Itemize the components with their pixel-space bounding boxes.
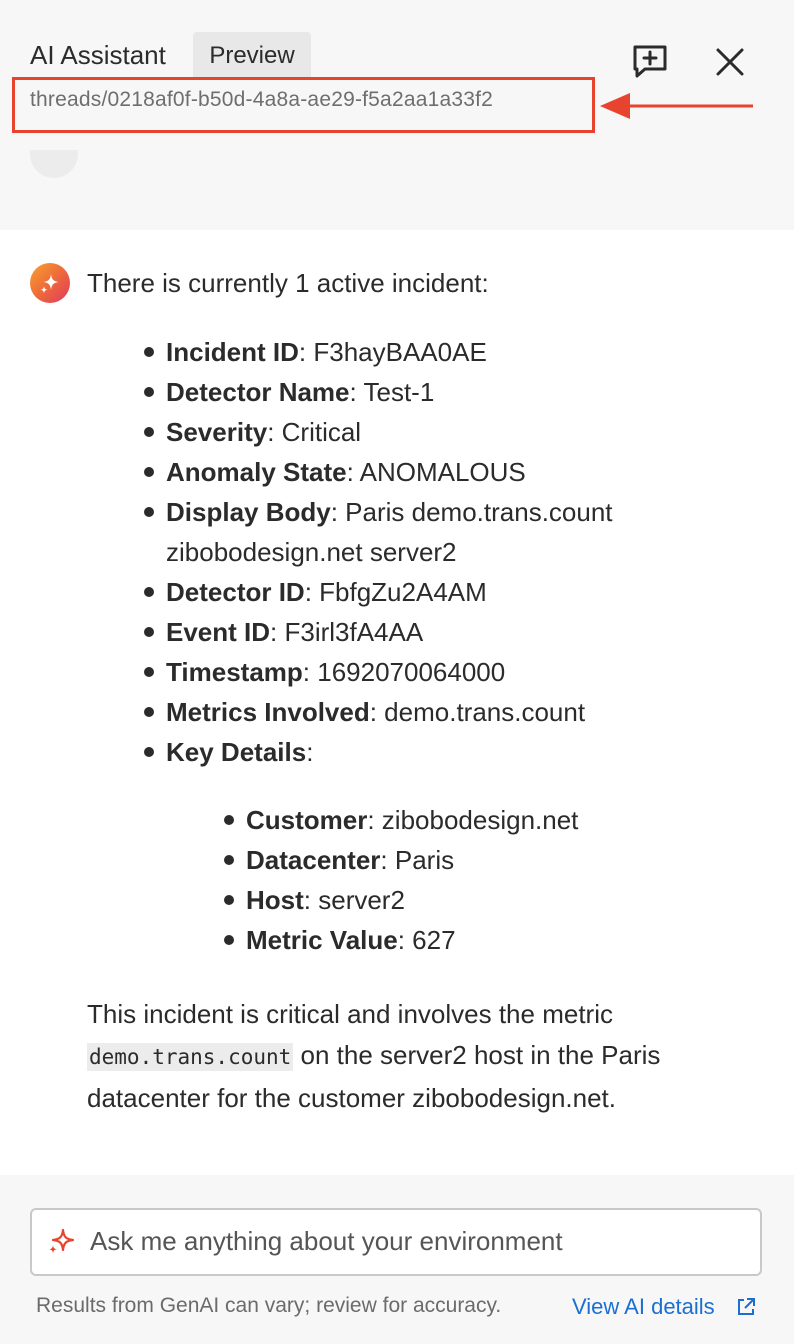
list-item: Key Details: [144, 732, 666, 772]
list-item: Timestamp: 1692070064000 [144, 652, 666, 692]
incident-summary: This incident is critical and involves t… [87, 999, 661, 1113]
disclaimer-text: Results from GenAI can vary; review for … [36, 1294, 502, 1317]
annotation-arrow [600, 93, 753, 119]
key-details-list: Customer: zibobodesign.net Datacenter: P… [224, 800, 706, 960]
external-link-icon[interactable] [735, 1296, 757, 1318]
message-plus-icon [633, 45, 667, 78]
list-item: Metrics Involved: demo.trans.count [144, 692, 666, 732]
prompt-input[interactable] [90, 1218, 750, 1264]
new-chat-button[interactable] [628, 40, 672, 84]
ai-avatar [30, 263, 70, 303]
message-intro: There is currently 1 active incident: [87, 268, 489, 298]
list-item: Customer: zibobodesign.net [224, 800, 706, 840]
list-item: Display Body: Paris demo.trans.count zib… [144, 492, 666, 572]
user-avatar [30, 150, 78, 180]
thread-path: threads/0218af0f-b50d-4a8a-ae29-f5a2aa1a… [30, 88, 494, 111]
list-item: Event ID: F3irl3fA4AA [144, 612, 666, 652]
list-item: Detector Name: Test-1 [144, 372, 666, 412]
incident-field-list: Incident ID: F3hayBAA0AE Detector Name: … [144, 332, 666, 772]
panel-title: AI Assistant [30, 40, 166, 70]
close-icon [716, 48, 744, 76]
list-item: Detector ID: FbfgZu2A4AM [144, 572, 666, 612]
sparkle-icon [40, 274, 59, 294]
sparkle-icon [48, 1228, 75, 1254]
close-button[interactable] [708, 40, 752, 84]
list-item: Host: server2 [224, 880, 706, 920]
view-ai-details-link[interactable]: View AI details [572, 1294, 715, 1320]
list-item: Metric Value: 627 [224, 920, 706, 960]
list-item: Incident ID: F3hayBAA0AE [144, 332, 666, 372]
metric-code: demo.trans.count [87, 1043, 294, 1071]
list-item: Severity: Critical [144, 412, 666, 452]
list-item: Anomaly State: ANOMALOUS [144, 452, 666, 492]
preview-badge: Preview [193, 32, 311, 80]
list-item: Datacenter: Paris [224, 840, 706, 880]
